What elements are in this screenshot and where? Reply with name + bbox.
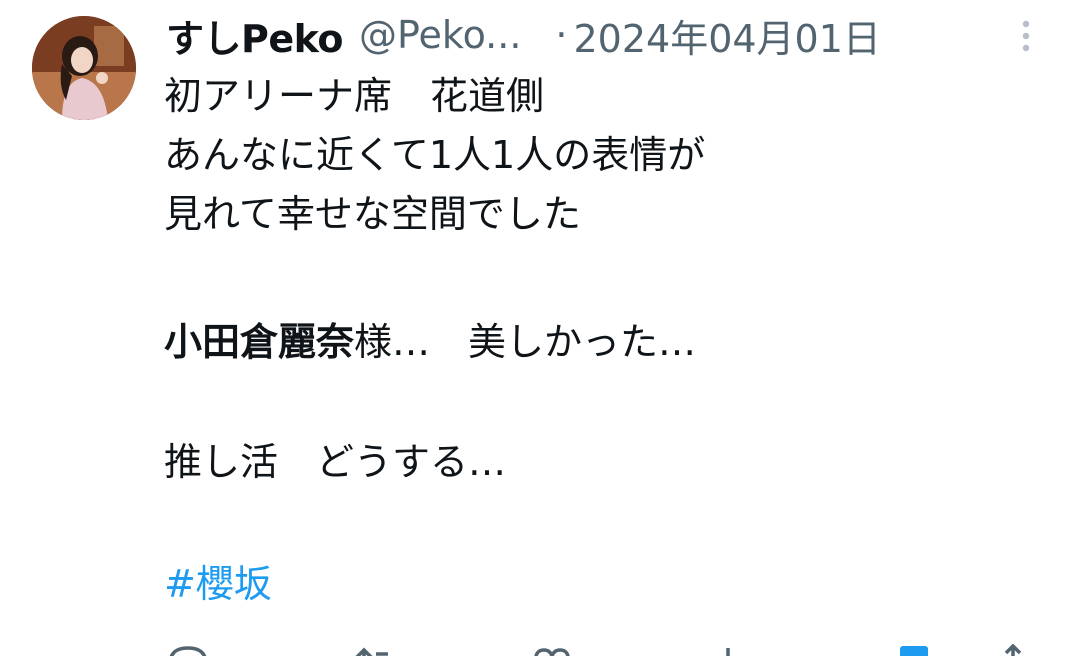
avatar-image bbox=[32, 16, 136, 120]
tweet-line-2: あんなに近くて1人1人の表情が bbox=[164, 133, 706, 177]
hashtag-link[interactable]: #櫻坂 bbox=[164, 560, 272, 608]
action-bar bbox=[0, 636, 1080, 656]
reply-icon[interactable] bbox=[166, 644, 210, 656]
mention-name: 小田倉麗奈 bbox=[164, 320, 355, 364]
views-icon[interactable] bbox=[716, 644, 740, 656]
tweet-line-4: 小田倉麗奈様… 美しかった… bbox=[164, 318, 696, 366]
tweet-header: すしPeko @Peko... · 2024年04月01日 bbox=[166, 8, 881, 63]
user-avatar[interactable] bbox=[32, 16, 136, 120]
retweet-icon[interactable] bbox=[350, 644, 394, 656]
heart-icon[interactable] bbox=[530, 644, 574, 656]
tweet-line-1: 初アリーナ席 花道側 bbox=[164, 74, 545, 118]
tweet-date[interactable]: 2024年04月01日 bbox=[574, 8, 881, 63]
tweet-body: 初アリーナ席 花道側 あんなに近くて1人1人の表情が 見れて幸せな空間でした 小… bbox=[164, 72, 705, 606]
bookmark-icon[interactable] bbox=[896, 644, 932, 656]
tweet-line-4-rest: 様… 美しかった… bbox=[354, 320, 697, 364]
tweet-line-5: 推し活 どうする… bbox=[164, 440, 507, 484]
user-handle[interactable]: @Peko... bbox=[359, 13, 521, 57]
share-icon[interactable] bbox=[998, 643, 1028, 656]
more-vertical-icon[interactable] bbox=[1016, 20, 1036, 56]
header-separator: · bbox=[555, 13, 568, 57]
tweet-line-3: 見れて幸せな空間でした bbox=[164, 192, 581, 236]
display-name[interactable]: すしPeko bbox=[166, 8, 343, 63]
